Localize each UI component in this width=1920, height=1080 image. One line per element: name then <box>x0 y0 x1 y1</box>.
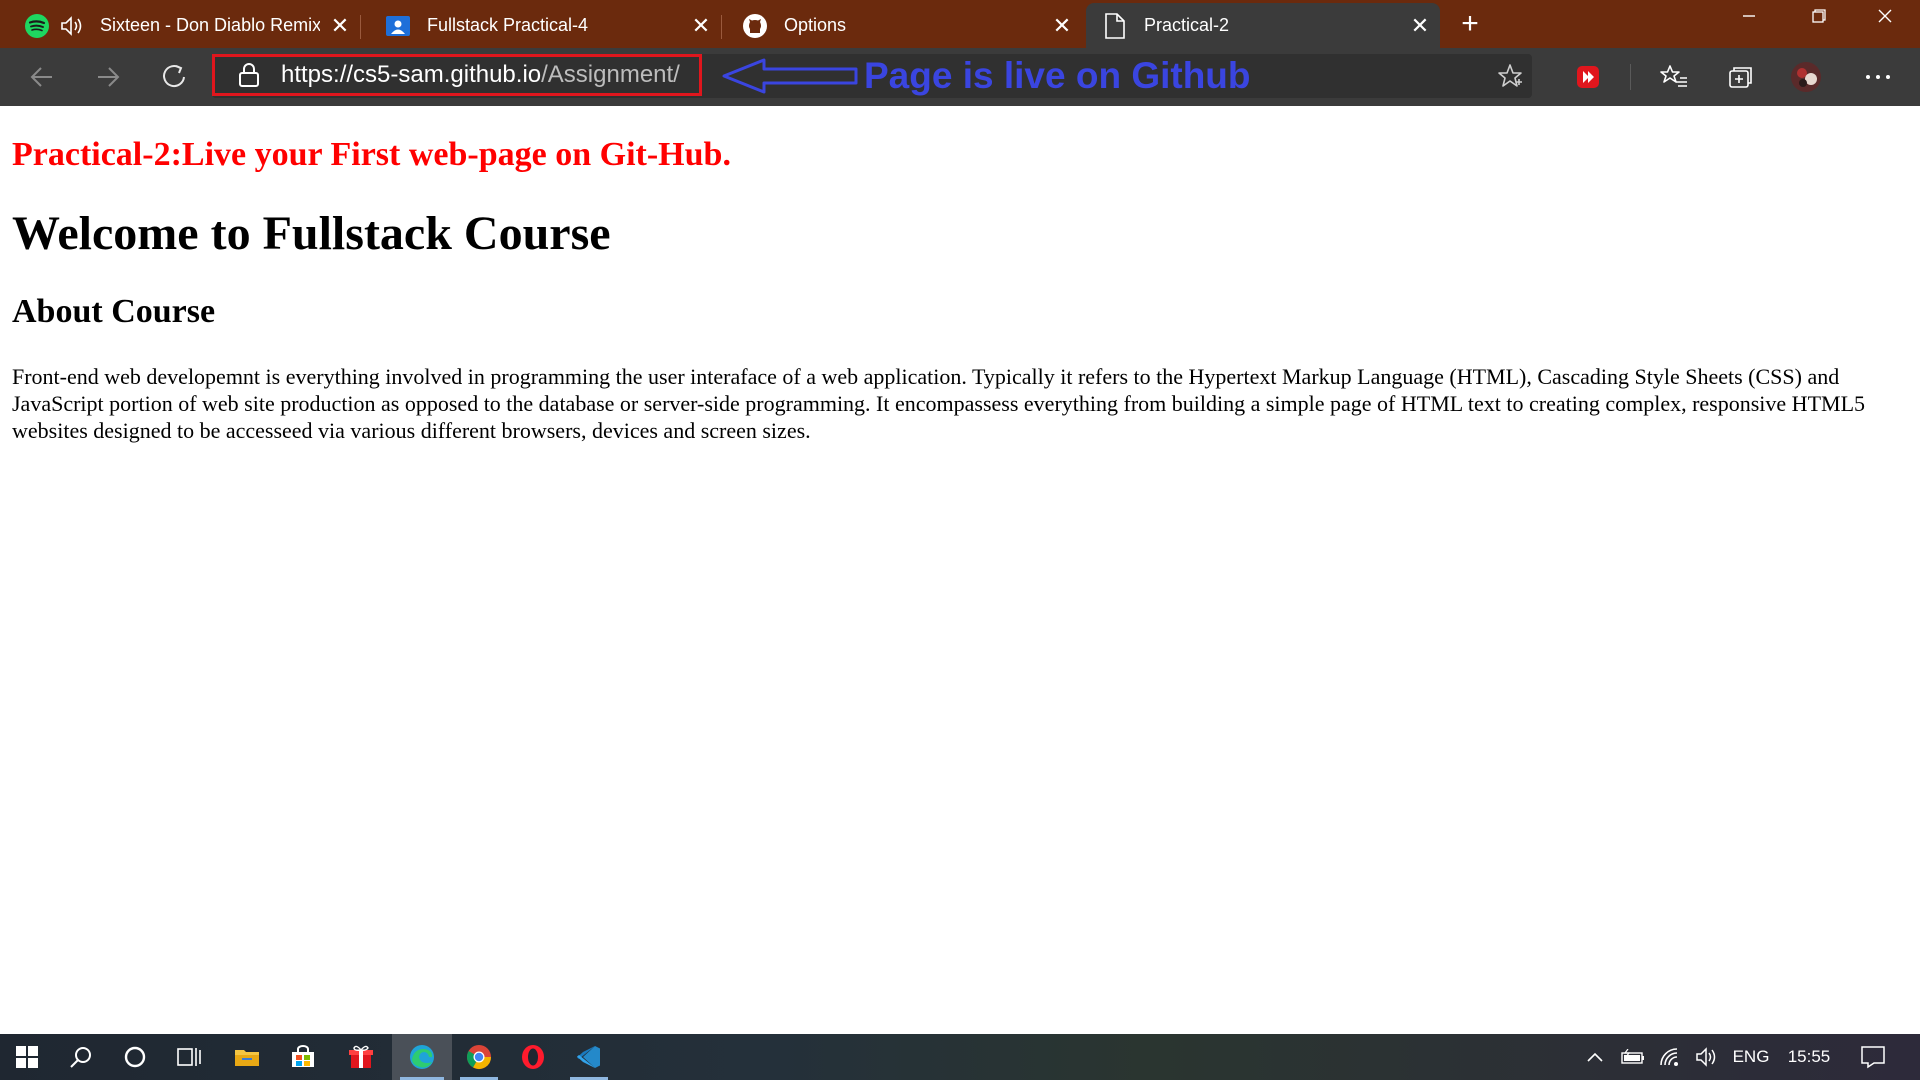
practical-title: Practical-2:Live your First web-page on … <box>12 136 731 173</box>
url-text[interactable]: https://cs5-sam.github.io/Assignment/ <box>281 61 680 89</box>
course-description: Front-end web developemnt is everything … <box>12 364 1866 443</box>
annotation-arrow <box>722 58 858 94</box>
task-view-icon[interactable] <box>162 1034 216 1080</box>
favorite-star-icon[interactable] <box>1496 62 1524 90</box>
profile-avatar[interactable] <box>1790 61 1822 93</box>
toolbar-divider <box>1630 64 1631 90</box>
close-icon[interactable]: ✕ <box>681 13 721 39</box>
close-window-button[interactable] <box>1850 0 1920 40</box>
welcome-heading: Welcome to Fullstack Course <box>12 207 611 260</box>
address-bar[interactable]: https://cs5-sam.github.io/Assignment/ Pa… <box>212 54 1532 98</box>
tab-options[interactable]: Options ✕ <box>722 3 1082 48</box>
page-icon <box>1102 12 1128 39</box>
forward-button[interactable] <box>88 57 128 97</box>
url-path: /Assignment/ <box>541 61 680 88</box>
windows-taskbar: ENG 15:55 <box>0 1034 1920 1080</box>
spotify-icon <box>24 13 50 39</box>
tab-fullstack-practical-4[interactable]: Fullstack Practical-4 ✕ <box>361 3 722 48</box>
notification-center-icon[interactable] <box>1846 1034 1900 1080</box>
tab-title: Options <box>784 15 847 35</box>
chrome-icon[interactable] <box>452 1034 506 1080</box>
classroom-icon <box>385 13 411 39</box>
tab-title: Sixteen - Don Diablo Remix <box>100 15 320 35</box>
page-content: Practical-2:Live your First web-page on … <box>12 106 1908 444</box>
more-menu-icon[interactable] <box>1862 61 1894 93</box>
gift-app-icon[interactable] <box>334 1034 388 1080</box>
back-button[interactable] <box>22 57 62 97</box>
file-explorer-icon[interactable] <box>220 1034 274 1080</box>
close-icon[interactable]: ✕ <box>320 13 360 39</box>
edge-icon[interactable] <box>392 1034 452 1080</box>
restore-button[interactable] <box>1784 0 1854 40</box>
extension-icon[interactable] <box>1572 61 1604 93</box>
audio-playing-icon[interactable] <box>60 13 86 39</box>
wifi-icon[interactable] <box>1654 1034 1688 1080</box>
tab-title: Fullstack Practical-4 <box>427 15 589 35</box>
windows-start-icon[interactable] <box>0 1034 54 1080</box>
battery-icon[interactable] <box>1616 1034 1650 1080</box>
close-icon[interactable]: ✕ <box>1400 13 1440 39</box>
close-icon[interactable]: ✕ <box>1042 13 1082 39</box>
tab-spotify[interactable]: Sixteen - Don Diablo Remix ✕ <box>0 3 361 48</box>
volume-icon[interactable] <box>1690 1034 1724 1080</box>
tab-title: Practical-2 <box>1144 15 1230 35</box>
github-icon <box>742 13 768 39</box>
opera-icon[interactable] <box>506 1034 560 1080</box>
show-hidden-icons-icon[interactable] <box>1580 1034 1610 1080</box>
favorites-icon[interactable] <box>1658 61 1690 93</box>
lock-icon[interactable] <box>237 62 261 88</box>
language-indicator[interactable]: ENG <box>1728 1034 1774 1080</box>
toolbar: https://cs5-sam.github.io/Assignment/ Pa… <box>0 48 1920 106</box>
minimize-button[interactable] <box>1714 0 1784 40</box>
tab-practical-2[interactable]: Practical-2 ✕ <box>1086 3 1440 48</box>
refresh-button[interactable] <box>154 57 194 97</box>
new-tab-button[interactable]: + <box>1452 8 1488 40</box>
url-highlight-box[interactable]: https://cs5-sam.github.io/Assignment/ <box>212 54 702 96</box>
annotation-text: Page is live on Github <box>864 55 1251 96</box>
collections-icon[interactable] <box>1724 61 1756 93</box>
url-host: https://cs5-sam.github.io <box>281 61 542 88</box>
clock[interactable]: 15:55 <box>1780 1034 1838 1080</box>
about-course-heading: About Course <box>12 293 216 330</box>
tab-bar: Sixteen - Don Diablo Remix ✕ Fullstack P… <box>0 0 1920 48</box>
vscode-icon[interactable] <box>562 1034 616 1080</box>
store-icon[interactable] <box>276 1034 330 1080</box>
browser-window: Sixteen - Don Diablo Remix ✕ Fullstack P… <box>0 0 1920 1080</box>
cortana-icon[interactable] <box>108 1034 162 1080</box>
search-icon[interactable] <box>54 1034 108 1080</box>
